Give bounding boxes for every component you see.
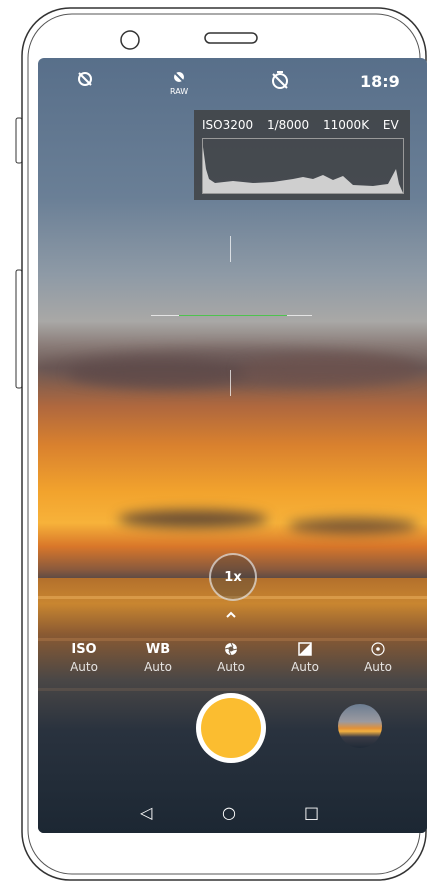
histogram-ev: EV — [382, 118, 399, 132]
exposure-value: Auto — [291, 660, 319, 674]
histogram-iso: ISO3200 — [202, 118, 254, 132]
aspect-ratio-label[interactable]: 18:9 — [360, 72, 400, 91]
recents-icon[interactable]: □ — [304, 803, 319, 822]
home-icon[interactable]: ○ — [222, 803, 236, 822]
crosshair-top — [230, 236, 231, 262]
aperture-icon — [201, 642, 261, 658]
level-line-right — [287, 315, 312, 316]
wb-value: Auto — [144, 660, 172, 674]
histogram-panel: ISO3200 1/8000 11000K EV — [194, 110, 410, 200]
focus-value: Auto — [364, 660, 392, 674]
histogram-wb: 11000K — [323, 118, 370, 132]
wb-label: WB — [145, 642, 171, 657]
gallery-thumbnail[interactable] — [338, 704, 382, 748]
histogram-graph — [202, 138, 404, 194]
exposure-control[interactable]: Auto — [275, 642, 335, 674]
shutter-inner — [201, 698, 261, 758]
raw-icon[interactable]: RAW — [170, 68, 188, 96]
histogram-shutter: 1/8000 — [266, 118, 310, 132]
raw-label: RAW — [170, 87, 189, 96]
iso-control[interactable]: ISO Auto — [54, 642, 114, 674]
no-rotate-icon[interactable] — [76, 70, 94, 92]
camera-viewfinder[interactable]: RAW 18:9 ISO3200 1/8000 11000K EV 1x ISO… — [38, 58, 427, 833]
aperture-value: Auto — [217, 660, 245, 674]
focus-control[interactable]: Auto — [348, 642, 408, 674]
crosshair-bottom — [230, 370, 231, 396]
level-line-left — [151, 315, 179, 316]
exposure-icon — [275, 642, 335, 658]
chevron-up-icon[interactable] — [224, 607, 238, 621]
focus-icon — [348, 642, 408, 658]
level-line-center — [179, 315, 287, 316]
shutter-button[interactable] — [196, 693, 266, 763]
wb-control[interactable]: WB Auto — [128, 642, 188, 674]
iso-value: Auto — [70, 660, 98, 674]
zoom-button[interactable]: 1x — [209, 553, 257, 601]
iso-label: ISO — [71, 642, 97, 657]
aperture-control[interactable]: Auto — [201, 642, 261, 674]
timer-off-icon[interactable] — [270, 70, 290, 94]
back-icon[interactable]: ◁ — [140, 803, 152, 822]
